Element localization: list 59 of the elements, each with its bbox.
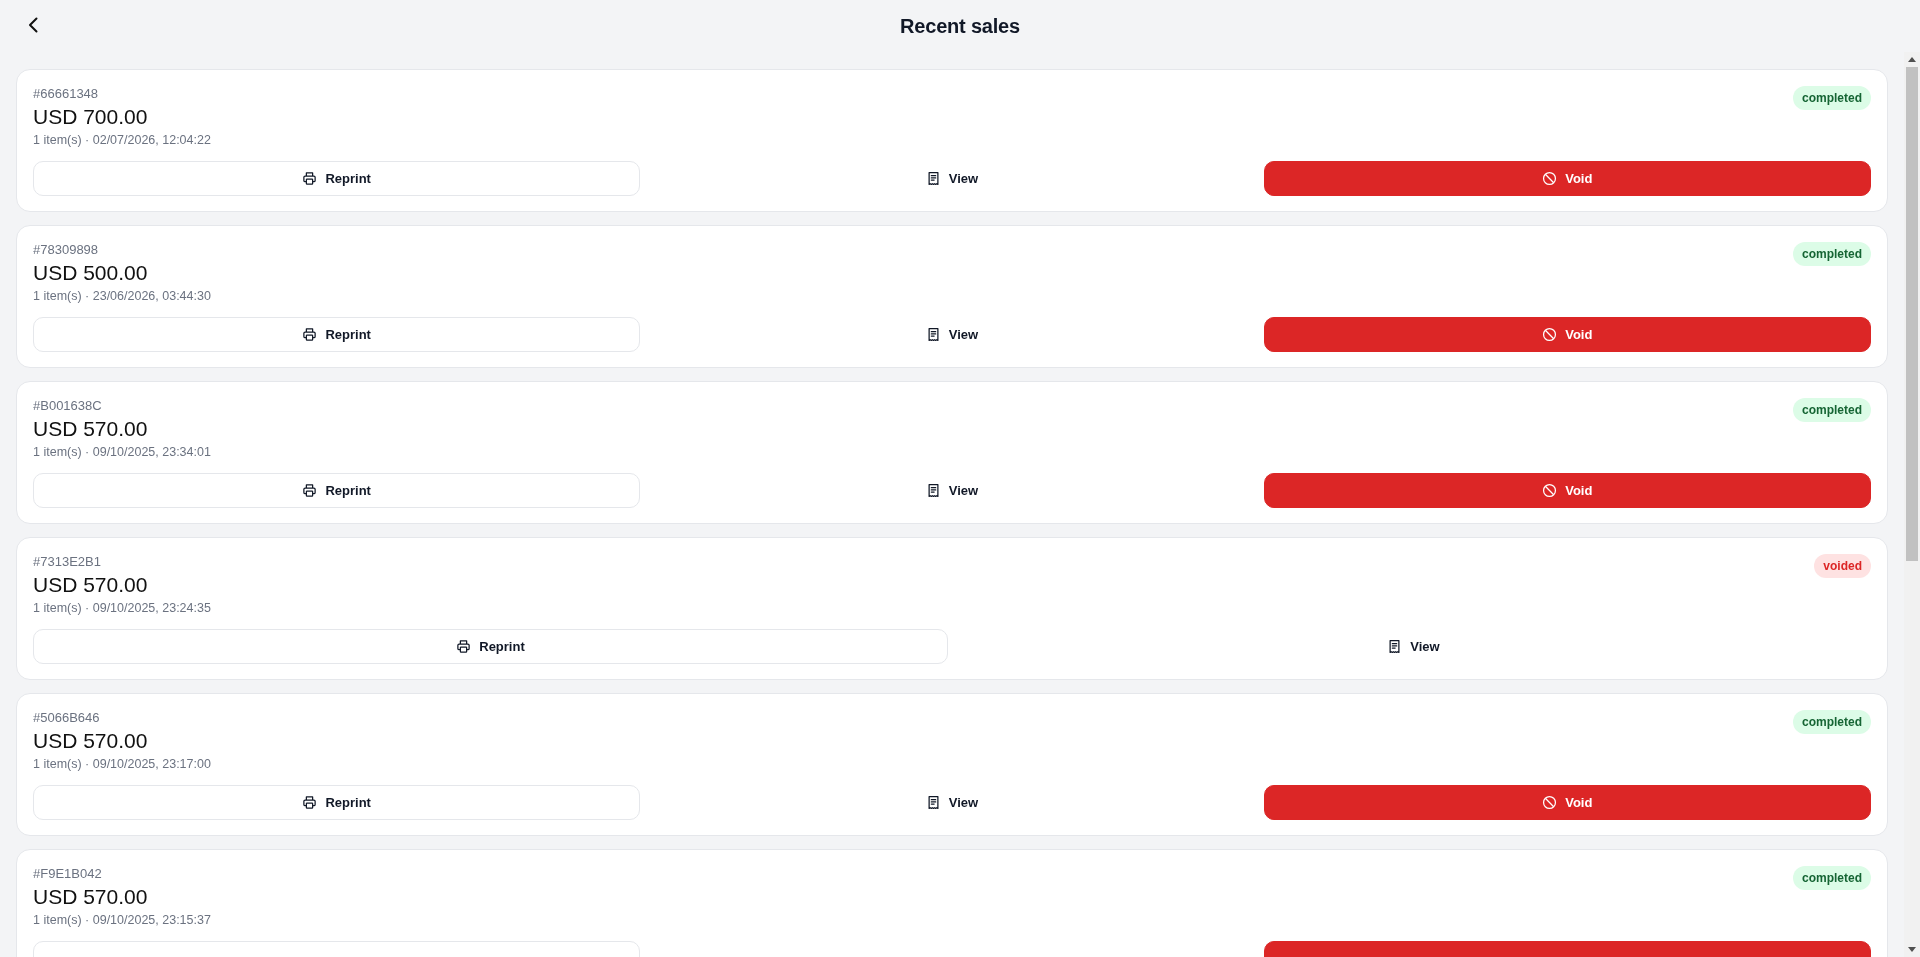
printer-icon (302, 795, 318, 810)
sale-meta: 1 item(s) · 02/07/2026, 12:04:22 (33, 132, 211, 149)
sale-meta: 1 item(s) · 09/10/2025, 23:15:37 (33, 912, 211, 929)
view-button[interactable]: View (922, 785, 982, 820)
sale-id: #66661348 (33, 85, 100, 103)
reprint-button[interactable]: Reprint (33, 161, 641, 196)
chevron-left-icon (28, 17, 38, 33)
reprint-button[interactable]: Reprint (33, 629, 948, 664)
sale-amount: USD 570.00 (33, 884, 149, 910)
receipt-icon (925, 171, 941, 186)
void-button[interactable]: Void (1263, 317, 1871, 352)
sale-amount: USD 570.00 (33, 416, 149, 442)
status-badge: completed (1793, 398, 1871, 422)
status-badge: completed (1793, 866, 1871, 890)
void-button[interactable]: Void (1263, 785, 1871, 820)
receipt-icon (1387, 639, 1403, 654)
sale-id: #B001638C (33, 397, 103, 415)
sale-amount: USD 570.00 (33, 728, 149, 754)
sale-meta: 1 item(s) · 09/10/2025, 23:34:01 (33, 444, 211, 461)
scrollbar-track[interactable] (1904, 52, 1920, 957)
prohibited-icon (1542, 327, 1558, 342)
sale-amount: USD 500.00 (33, 260, 149, 286)
prohibited-icon (1542, 483, 1558, 498)
status-badge: completed (1793, 242, 1871, 266)
status-badge: completed (1793, 86, 1871, 110)
view-button[interactable]: View (1384, 629, 1443, 664)
reprint-button[interactable]: Reprint (33, 317, 641, 352)
view-button[interactable]: View (922, 161, 982, 196)
sale-meta: 1 item(s) · 23/06/2026, 03:44:30 (33, 288, 211, 305)
prohibited-icon (1542, 171, 1558, 186)
void-button[interactable]: Void (1263, 161, 1871, 196)
status-badge: voided (1814, 554, 1871, 578)
reprint-button[interactable]: Reprint (33, 785, 641, 820)
sale-id: #78309898 (33, 241, 100, 259)
receipt-icon (925, 483, 941, 498)
status-badge: completed (1793, 710, 1871, 734)
back-button[interactable] (27, 16, 39, 34)
page-title: Recent sales (900, 14, 1020, 38)
view-button[interactable]: View (922, 473, 982, 508)
scroll-up-icon[interactable] (1908, 57, 1916, 62)
prohibited-icon (1542, 795, 1558, 810)
printer-icon (456, 639, 472, 654)
scroll-down-icon[interactable] (1908, 947, 1916, 952)
receipt-icon (925, 327, 941, 342)
view-button[interactable]: View (922, 317, 982, 352)
sale-meta: 1 item(s) · 09/10/2025, 23:17:00 (33, 756, 211, 773)
sale-id: #5066B646 (33, 709, 101, 727)
printer-icon (302, 171, 318, 186)
scrollbar-thumb[interactable] (1906, 67, 1918, 561)
printer-icon (302, 327, 318, 342)
receipt-icon (925, 795, 941, 810)
sale-meta: 1 item(s) · 09/10/2025, 23:24:35 (33, 600, 211, 617)
void-button[interactable]: Void (1263, 473, 1871, 508)
reprint-button[interactable]: Reprint (33, 473, 641, 508)
sale-id: #F9E1B042 (33, 865, 103, 883)
sale-amount: USD 570.00 (33, 572, 149, 598)
sale-amount: USD 700.00 (33, 104, 149, 130)
printer-icon (302, 483, 318, 498)
sale-id: #7313E2B1 (33, 553, 102, 571)
